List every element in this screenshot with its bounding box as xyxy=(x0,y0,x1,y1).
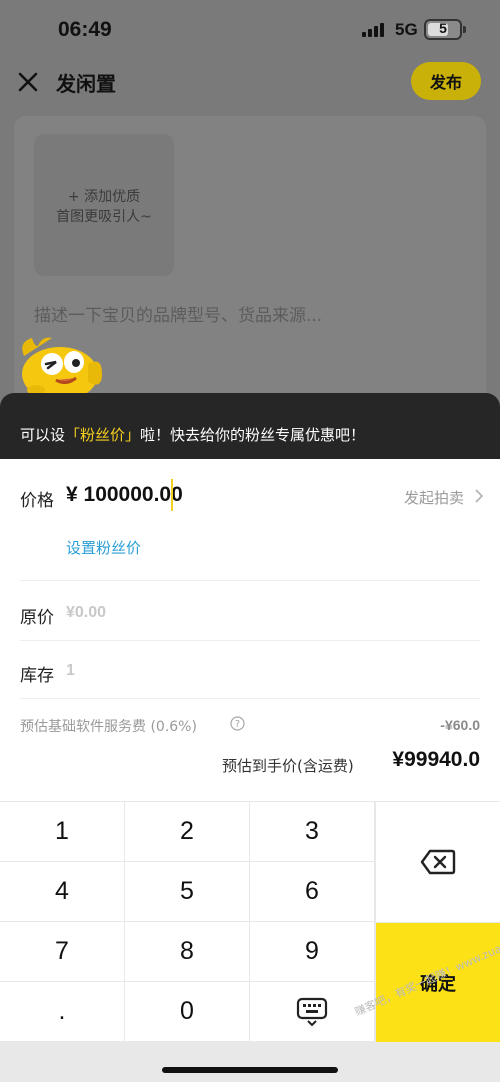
original-price-label: 原价 xyxy=(20,608,54,628)
key-2[interactable]: 2 xyxy=(125,802,249,861)
price-sheet: 价格 ¥ 100000.00 发起拍卖 设置粉丝价 原价 ¥0.00 库存 1 … xyxy=(0,459,500,801)
start-auction-link[interactable]: 发起拍卖 xyxy=(404,487,484,508)
net-price-label: 预估到手价(含运费) xyxy=(222,757,354,775)
stock-input[interactable]: 1 xyxy=(66,662,75,680)
battery-level: 5 xyxy=(439,20,447,36)
service-fee-value: -¥60.0 xyxy=(440,717,480,733)
service-fee-label: 预估基础软件服务费 (0.6%) xyxy=(20,719,197,735)
key-9[interactable]: 9 xyxy=(250,922,374,981)
close-icon[interactable] xyxy=(16,70,40,94)
original-price-input[interactable]: ¥0.00 xyxy=(66,604,106,622)
net-price-value: ¥99940.0 xyxy=(392,748,480,771)
mascot-fish-icon xyxy=(22,337,102,400)
key-8[interactable]: 8 xyxy=(125,922,249,981)
tip-prefix: 可以设 xyxy=(20,426,66,444)
key-5[interactable]: 5 xyxy=(125,862,249,921)
key-1[interactable]: 1 xyxy=(0,802,124,861)
key-dot[interactable]: . xyxy=(0,982,124,1041)
chevron-right-icon xyxy=(475,489,484,503)
key-6[interactable]: 6 xyxy=(250,862,374,921)
backspace-icon xyxy=(420,849,456,875)
add-photo-button[interactable]: + 添加优质 首图更吸引人~ xyxy=(34,134,174,276)
status-time: 06:49 xyxy=(58,18,112,41)
price-input[interactable]: ¥ 100000.00 xyxy=(66,483,183,507)
text-cursor xyxy=(171,479,173,511)
set-fan-price-link[interactable]: 设置粉丝价 xyxy=(66,537,141,558)
key-0[interactable]: 0 xyxy=(125,982,249,1041)
help-icon[interactable]: ? xyxy=(230,716,245,731)
divider xyxy=(20,640,480,641)
signal-icon xyxy=(362,23,386,37)
page-title: 发闲置 xyxy=(56,72,116,96)
tip-highlight: 「粉丝价」 xyxy=(65,426,141,444)
divider xyxy=(20,580,480,581)
add-photo-label: + 添加优质 xyxy=(67,189,141,205)
backspace-button[interactable] xyxy=(376,802,500,922)
description-input[interactable]: 描述一下宝贝的品牌型号、货品来源... xyxy=(34,301,322,326)
key-4[interactable]: 4 xyxy=(0,862,124,921)
keyboard-hide-icon xyxy=(296,997,328,1026)
svg-text:?: ? xyxy=(235,719,240,730)
fan-price-tip-banner: 可以设「粉丝价」啦！快去给你的粉丝专属优惠吧！ xyxy=(0,393,500,463)
publish-button[interactable]: 发布 xyxy=(411,62,481,100)
add-photo-hint: 首图更吸引人~ xyxy=(56,209,152,225)
network-type: 5G xyxy=(395,20,418,39)
tip-text: 可以设「粉丝价」啦！快去给你的粉丝专属优惠吧！ xyxy=(20,424,365,445)
home-indicator xyxy=(162,1067,338,1073)
stock-label: 库存 xyxy=(20,666,54,686)
status-bar: 06:49 5G 5 xyxy=(0,0,500,60)
battery-icon: 5 xyxy=(424,19,466,40)
key-3[interactable]: 3 xyxy=(250,802,374,861)
divider xyxy=(20,698,480,699)
price-label: 价格 xyxy=(20,491,54,511)
numeric-keypad: 1 2 3 4 5 6 7 8 9 . 0 确定 xyxy=(0,801,500,1082)
tip-suffix: 啦！快去给你的粉丝专属优惠吧！ xyxy=(140,426,366,444)
start-auction-label: 发起拍卖 xyxy=(404,489,465,507)
key-7[interactable]: 7 xyxy=(0,922,124,981)
